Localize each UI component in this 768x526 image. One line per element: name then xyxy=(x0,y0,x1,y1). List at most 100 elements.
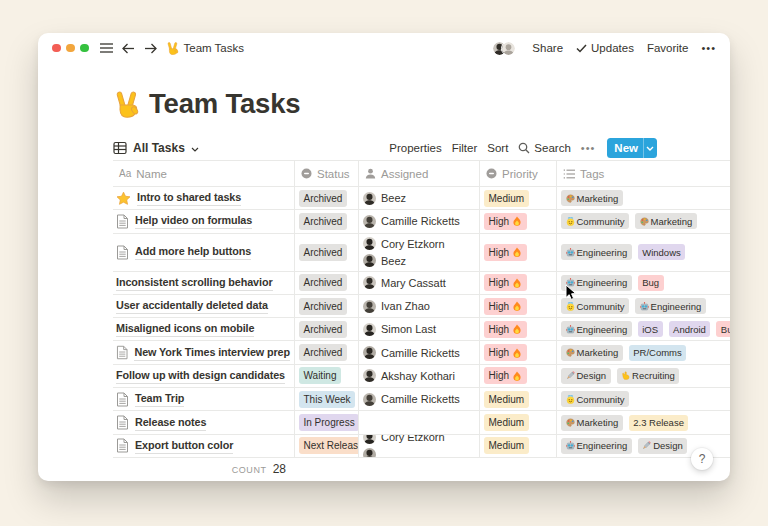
tags-cell[interactable]: DesignRecruiting xyxy=(556,365,730,387)
task-name[interactable]: Misaligned icons on mobile xyxy=(116,321,254,337)
tags-cell[interactable]: Marketing xyxy=(556,187,730,209)
task-name[interactable]: Follow up with design candidates xyxy=(116,368,285,384)
more-options-icon[interactable]: ••• xyxy=(701,42,716,54)
priority-cell[interactable]: Medium xyxy=(479,388,556,410)
assigned-cell[interactable]: Camille Ricketts xyxy=(358,341,479,363)
status-cell[interactable]: Waiting xyxy=(294,365,358,387)
view-more-icon[interactable]: ••• xyxy=(581,142,596,154)
favorite-button[interactable]: Favorite xyxy=(647,42,689,54)
tags-cell[interactable]: CommunityMarketing xyxy=(556,210,730,232)
status-cell[interactable]: Next Release xyxy=(294,435,358,458)
breadcrumb[interactable]: Team Tasks xyxy=(166,41,245,54)
task-name[interactable]: Intro to shared tasks xyxy=(137,190,241,206)
forward-icon[interactable] xyxy=(144,43,157,54)
priority-cell[interactable]: High xyxy=(479,234,556,271)
column-header-name[interactable]: Aa Name xyxy=(113,161,294,186)
table-row[interactable]: Release notesIn Progress MediumMarketing2… xyxy=(113,411,730,434)
task-name[interactable]: Help video on formulas xyxy=(135,213,252,229)
menu-icon[interactable] xyxy=(100,43,113,53)
priority-cell[interactable]: High xyxy=(479,272,556,294)
assigned-cell[interactable]: Cory EtzkornBeez xyxy=(358,234,479,271)
collaborator-avatars[interactable] xyxy=(492,41,516,56)
assigned-cell[interactable]: Akshay Kothari xyxy=(358,365,479,387)
new-dropdown-button[interactable] xyxy=(644,138,657,158)
table-row[interactable]: Team Trip This WeekCamille RickettsMedium… xyxy=(113,388,730,411)
task-name-cell[interactable]: Release notes xyxy=(113,411,294,433)
priority-cell[interactable]: Medium xyxy=(479,435,556,458)
table-row[interactable]: Export button color Next ReleaseCory Etzk… xyxy=(113,435,730,459)
task-name-cell[interactable]: Team Trip xyxy=(113,388,294,410)
table-row[interactable]: New York Times interview prepArchivedCam… xyxy=(113,341,730,364)
help-button[interactable]: ? xyxy=(691,448,713,470)
table-row[interactable]: Misaligned icons on mobile ArchivedSimon … xyxy=(113,318,730,341)
assigned-cell[interactable]: Camille Ricketts xyxy=(358,210,479,232)
status-cell[interactable]: Archived xyxy=(294,295,358,317)
task-name[interactable]: Inconsistent scrolling behavior xyxy=(116,275,273,291)
task-name[interactable]: User accidentally deleted data xyxy=(116,298,268,314)
priority-cell[interactable]: High xyxy=(479,210,556,232)
assigned-cell[interactable] xyxy=(358,411,479,433)
priority-cell[interactable]: High xyxy=(479,365,556,387)
assigned-cell[interactable]: Mary Cassatt xyxy=(358,272,479,294)
task-name-cell[interactable]: Misaligned icons on mobile xyxy=(113,318,294,340)
assigned-cell[interactable]: Cory Etzkorn xyxy=(358,435,479,458)
priority-cell[interactable]: High xyxy=(479,341,556,363)
table-row[interactable]: Intro to shared tasks ArchivedBeezMediumM… xyxy=(113,187,730,210)
search-button[interactable]: Search xyxy=(518,142,570,154)
close-window-button[interactable] xyxy=(52,44,61,53)
table-row[interactable]: Follow up with design candidates WaitingA… xyxy=(113,365,730,388)
assigned-cell[interactable]: Simon Last xyxy=(358,318,479,340)
tags-cell[interactable]: EngineeringBug xyxy=(556,272,730,294)
tags-cell[interactable]: Community xyxy=(556,388,730,410)
column-header-priority[interactable]: Priority xyxy=(479,161,556,186)
status-cell[interactable]: In Progress xyxy=(294,411,358,433)
sort-button[interactable]: Sort xyxy=(487,142,508,154)
task-name-cell[interactable]: Follow up with design candidates xyxy=(113,365,294,387)
table-row[interactable]: Help video on formulas ArchivedCamille Ri… xyxy=(113,210,730,233)
status-cell[interactable]: Archived xyxy=(294,187,358,209)
priority-cell[interactable]: High xyxy=(479,318,556,340)
status-cell[interactable]: Archived xyxy=(294,272,358,294)
task-name[interactable]: New York Times interview prep xyxy=(134,345,290,361)
column-header-assigned[interactable]: Assigned xyxy=(358,161,479,186)
assigned-cell[interactable]: Camille Ricketts xyxy=(358,388,479,410)
priority-cell[interactable]: High xyxy=(479,295,556,317)
tags-cell[interactable]: MarketingPR/Comms xyxy=(556,341,730,363)
task-name[interactable]: Team Trip xyxy=(135,391,184,407)
status-cell[interactable]: Archived xyxy=(294,318,358,340)
task-name-cell[interactable]: Add more help buttons xyxy=(113,234,294,271)
updates-button[interactable]: Updates xyxy=(576,42,634,54)
status-cell[interactable]: This Week xyxy=(294,388,358,410)
view-selector[interactable]: All Tasks xyxy=(113,141,199,155)
task-name-cell[interactable]: Export button color xyxy=(113,435,294,458)
task-name[interactable]: Add more help buttons xyxy=(135,244,251,260)
status-cell[interactable]: Archived xyxy=(294,234,358,271)
share-button[interactable]: Share xyxy=(532,42,563,54)
tags-cell[interactable]: CommunityEngineering xyxy=(556,295,730,317)
task-name-cell[interactable]: Help video on formulas xyxy=(113,210,294,232)
filter-button[interactable]: Filter xyxy=(452,142,478,154)
zoom-window-button[interactable] xyxy=(80,44,89,53)
table-row[interactable]: Add more help buttons ArchivedCory Etzkor… xyxy=(113,234,730,272)
status-cell[interactable]: Archived xyxy=(294,341,358,363)
assigned-cell[interactable]: Beez xyxy=(358,187,479,209)
table-row[interactable]: User accidentally deleted data ArchivedIv… xyxy=(113,295,730,318)
table-row[interactable]: Inconsistent scrolling behavior ArchivedM… xyxy=(113,272,730,295)
tags-cell[interactable]: Marketing2.3 Release xyxy=(556,411,730,433)
tags-cell[interactable]: EngineeringiOSAndroidBug xyxy=(556,318,730,340)
task-name[interactable]: Export button color xyxy=(135,438,233,454)
column-header-status[interactable]: Status xyxy=(294,161,358,186)
assigned-cell[interactable]: Ivan Zhao xyxy=(358,295,479,317)
column-header-tags[interactable]: Tags xyxy=(556,161,730,186)
status-cell[interactable]: Archived xyxy=(294,210,358,232)
tags-cell[interactable]: EngineeringWindows xyxy=(556,234,730,271)
priority-cell[interactable]: Medium xyxy=(479,411,556,433)
task-name-cell[interactable]: New York Times interview prep xyxy=(113,341,294,363)
task-name-cell[interactable]: Intro to shared tasks xyxy=(113,187,294,209)
minimize-window-button[interactable] xyxy=(66,44,75,53)
task-name-cell[interactable]: User accidentally deleted data xyxy=(113,295,294,317)
new-button[interactable]: New xyxy=(607,138,657,158)
properties-button[interactable]: Properties xyxy=(389,142,441,154)
back-icon[interactable] xyxy=(122,43,135,54)
priority-cell[interactable]: Medium xyxy=(479,187,556,209)
